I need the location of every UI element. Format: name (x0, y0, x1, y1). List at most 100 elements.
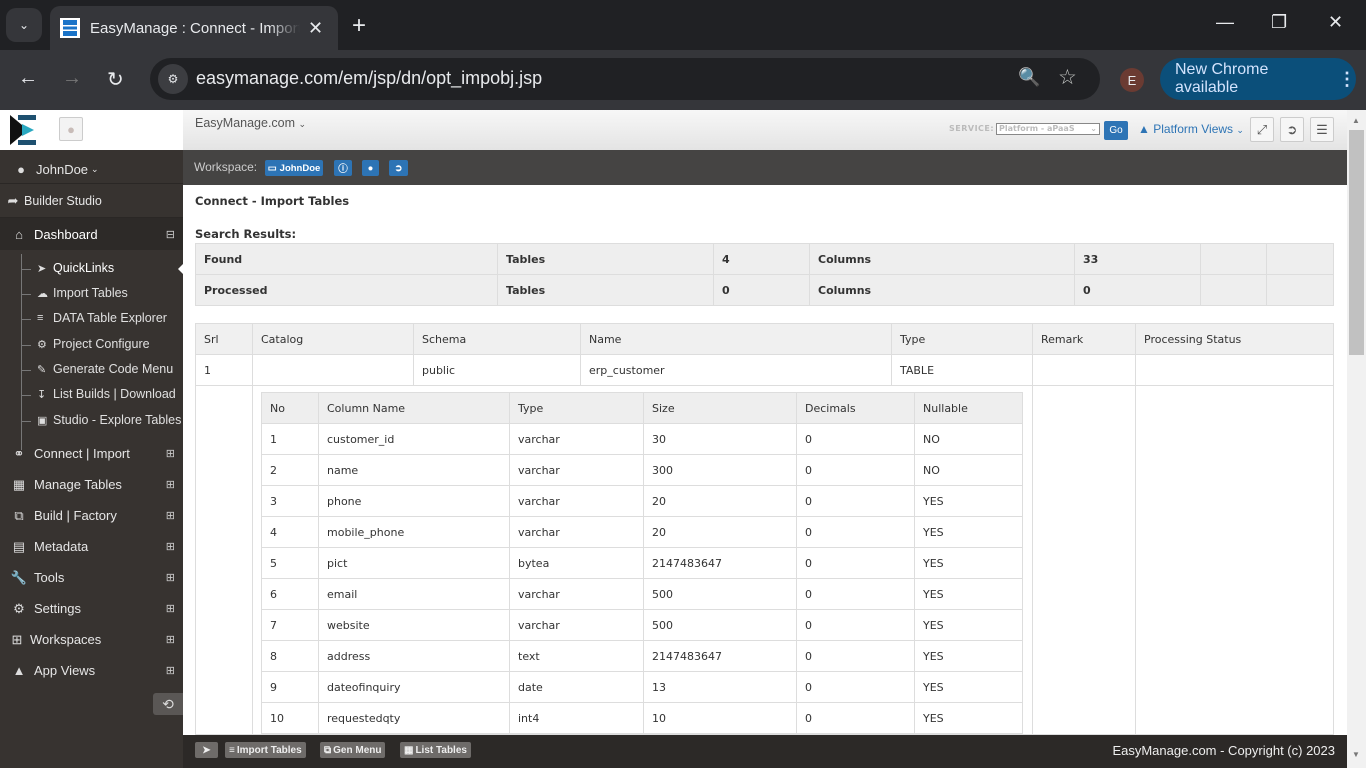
zoom-out-icon[interactable]: 🔍 (1018, 67, 1040, 88)
database-icon: ≡ (229, 744, 235, 756)
sidebar-item-connect-import[interactable]: ⚭ Connect | Import ⊞ (0, 438, 183, 469)
reload-icon[interactable]: ↻ (107, 67, 124, 92)
address-bar[interactable]: ⚙ easymanage.com/em/jsp/dn/opt_impobj.js… (150, 58, 1100, 100)
list-tables-footer-button[interactable]: ▦ List Tables (400, 742, 471, 758)
cell-decimals: 0 (796, 671, 915, 703)
menu-button[interactable]: ☰ (1310, 117, 1334, 142)
sidebar-subitem-import-tables[interactable]: ☁ Import Tables (37, 286, 128, 300)
sidebar-item-build-factory[interactable]: ⧉ Build | Factory ⊞ (0, 500, 183, 531)
workspace-exit-button[interactable]: ➲ (389, 160, 408, 176)
sidebar-item-tools[interactable]: 🔧 Tools ⊞ (0, 562, 183, 593)
summary-label: Found (195, 243, 498, 275)
collapse-sidebar-button[interactable]: ⟲ (153, 693, 183, 715)
new-chrome-available-button[interactable]: New Chrome available ⋮ (1160, 58, 1356, 100)
collapse-icon[interactable]: ⊟ (166, 228, 175, 241)
sidebar-item-dashboard[interactable]: ⌂ Dashboard ⊟ (0, 218, 183, 250)
sidebar-item-workspaces[interactable]: ⊞ Workspaces ⊞ (0, 624, 183, 655)
go-button[interactable]: Go (1104, 121, 1128, 140)
fullscreen-button[interactable]: ⤢ (1250, 117, 1274, 142)
cell-size: 300 (643, 454, 797, 486)
scrollbar-thumb[interactable] (1349, 130, 1364, 355)
sidebar-item-label: Settings (34, 601, 81, 616)
expand-icon[interactable]: ⊞ (166, 540, 175, 553)
expand-icon[interactable]: ⊞ (166, 633, 175, 646)
share-arrow-icon: ➦ (7, 193, 19, 208)
site-info-icon[interactable]: ⚙ (158, 64, 188, 94)
back-icon[interactable]: ← (18, 67, 38, 90)
logout-button[interactable]: ➲ (1280, 117, 1304, 142)
workspace-user-button[interactable]: ▭ JohnDoe (265, 160, 323, 176)
more-menu-icon[interactable]: ⋮ (1338, 69, 1356, 90)
platform-views-menu[interactable]: ▲ Platform Views ⌄ (1138, 122, 1244, 136)
sidebar-item-app-views[interactable]: ▲ App Views ⊞ (0, 655, 183, 686)
cell-size: 13 (643, 671, 797, 703)
column-header: No (261, 392, 319, 424)
sidebar-item-manage-tables[interactable]: ▦ Manage Tables ⊞ (0, 469, 183, 500)
sidebar-subitem-data-table-explorer[interactable]: ≡ DATA Table Explorer (37, 311, 167, 325)
easymanage-favicon-icon (60, 18, 80, 38)
scroll-down-arrow-icon[interactable]: ▼ (1352, 750, 1360, 759)
forward-icon[interactable]: → (62, 67, 82, 90)
service-select[interactable]: Platform - aPaaS ⌄ (996, 123, 1100, 135)
plus-square-icon: ⊞ (11, 631, 23, 647)
table-row[interactable]: 1 public erp_customer TABLE (195, 354, 1334, 386)
expand-icon[interactable]: ⊞ (166, 509, 175, 522)
expand-icon[interactable]: ⊞ (166, 571, 175, 584)
column-row: 2 name varchar 300 0 NO (261, 454, 1023, 486)
cell-type: varchar (509, 578, 644, 610)
new-tab-button[interactable]: + (352, 12, 366, 40)
link-icon: ⚭ (13, 445, 25, 461)
column-header: Remark (1032, 323, 1136, 355)
cell-size: 20 (643, 485, 797, 517)
sidebar-item-builder-studio[interactable]: ➦ Builder Studio (0, 184, 183, 218)
tree-tick (21, 421, 31, 422)
expand-icon[interactable]: ⊞ (166, 478, 175, 491)
sidebar-subitem-studio-explore-tables[interactable]: ▣ Studio - Explore Tables (37, 413, 181, 427)
sidebar-item-metadata[interactable]: ▤ Metadata ⊞ (0, 531, 183, 562)
table-icon: ▦ (12, 476, 26, 492)
expand-icon[interactable]: ⊞ (166, 602, 175, 615)
cell-type: varchar (509, 423, 644, 455)
profile-avatar[interactable]: E (1120, 68, 1144, 92)
restore-icon[interactable]: ❐ (1271, 12, 1287, 33)
cell-column-name: name (318, 454, 510, 486)
update-label: New Chrome available (1175, 61, 1269, 96)
brand-menu[interactable]: EasyManage.com ⌄ (195, 116, 306, 130)
close-tab-icon[interactable]: ✕ (308, 18, 323, 39)
close-window-icon[interactable]: ✕ (1328, 12, 1343, 33)
workspace-info-button[interactable]: ⓘ (334, 160, 352, 176)
scroll-up-arrow-icon[interactable]: ▲ (1352, 116, 1360, 125)
platform-views-label: Platform Views (1153, 122, 1234, 136)
sidebar-subitem-list-builds[interactable]: ↧ List Builds | Download (37, 387, 176, 401)
cell-column-name: dateofinquiry (318, 671, 510, 703)
browser-tab-active[interactable]: EasyManage : Connect - Import Tables ✕ (50, 6, 338, 50)
minimize-icon[interactable]: — (1216, 12, 1234, 33)
workspace-user-profile-button[interactable]: ● (362, 160, 379, 176)
user-avatar-icon[interactable]: ● (59, 117, 83, 141)
quicklinks-footer-button[interactable]: ➤ (195, 742, 218, 758)
column-row: 5 pict bytea 2147483647 0 YES (261, 547, 1023, 579)
cell-no: 8 (261, 640, 319, 672)
import-tables-footer-button[interactable]: ≡ Import Tables (225, 742, 306, 758)
sidebar-user-name: JohnDoe (36, 161, 89, 177)
web-page: ● ● JohnDoe ⌄ ➦ Builder Studio ⌂ Dashboard ⊟ … (0, 110, 1366, 768)
chevron-down-icon: ⌄ (298, 119, 307, 129)
sidebar-item-settings[interactable]: ⚙ Settings ⊞ (0, 593, 183, 624)
sidebar-subitem-quicklinks[interactable]: ➤ QuickLinks (37, 261, 114, 275)
columns-header-row: No Column Name Type Size Decimals Nullab… (261, 392, 1023, 424)
sidebar-user-menu[interactable]: ● JohnDoe ⌄ (0, 154, 183, 184)
expand-icon[interactable]: ⊞ (166, 664, 175, 677)
gen-menu-footer-button[interactable]: ⧉ Gen Menu (320, 742, 386, 758)
tab-search-button[interactable]: ⌄ (6, 8, 42, 42)
sidebar-subitem-generate-code-menu[interactable]: ✎ Generate Code Menu (37, 362, 173, 376)
url-text[interactable]: easymanage.com/em/jsp/dn/opt_impobj.jsp (196, 68, 542, 89)
paper-plane-icon: ➤ (37, 262, 47, 275)
wrench-icon: 🔧 (10, 569, 28, 585)
sidebar-subitem-project-configure[interactable]: ⚙ Project Configure (37, 337, 150, 351)
expand-icon[interactable]: ⊞ (166, 447, 175, 460)
sidebar-subitem-label: Generate Code Menu (53, 362, 174, 376)
bookmark-star-icon[interactable]: ☆ (1058, 65, 1077, 90)
page-scrollbar[interactable]: ▲ ▼ (1347, 110, 1366, 768)
browser-tab-bar: ⌄ EasyManage : Connect - Import Tables ✕… (0, 0, 1366, 50)
summary-tables-label: Tables (497, 243, 714, 275)
